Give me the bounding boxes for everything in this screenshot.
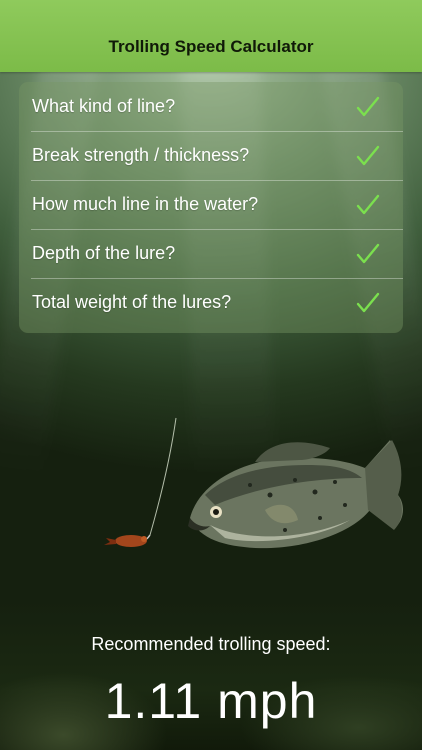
- menu-item-label: Total weight of the lures?: [32, 292, 232, 312]
- menu-item-label: How much line in the water?: [32, 194, 259, 214]
- trolling-speed-value: 1.11 mph: [104, 673, 318, 729]
- page-title: Trolling Speed Calculator: [108, 37, 314, 56]
- menu-item-lure-depth[interactable]: Depth of the lure?: [19, 229, 403, 278]
- menu-item-lure-weight[interactable]: Total weight of the lures?: [19, 278, 403, 327]
- question-list: What kind of line? Break strength / thic…: [19, 82, 403, 333]
- menu-item-label: What kind of line?: [32, 96, 176, 116]
- checkmark-icon: [356, 194, 380, 214]
- checkmark-icon: [356, 96, 380, 116]
- checkmark-icon: [356, 243, 380, 263]
- fish-illustration: [104, 417, 404, 549]
- lure-icon: [104, 534, 151, 547]
- app-screen: Trolling Speed Calculator What kind of l…: [0, 0, 422, 750]
- crappie-fish-icon: [188, 440, 404, 549]
- menu-item-label: Break strength / thickness?: [32, 145, 250, 165]
- menu-item-break-strength[interactable]: Break strength / thickness?: [19, 131, 403, 180]
- result-label: Recommended trolling speed:: [91, 634, 331, 654]
- checkmark-icon: [356, 145, 380, 165]
- menu-item-line-length[interactable]: How much line in the water?: [19, 180, 403, 229]
- fishing-line: [149, 417, 177, 536]
- navigation-bar: Trolling Speed Calculator: [0, 0, 422, 72]
- menu-item-label: Depth of the lure?: [32, 243, 176, 263]
- checkmark-icon: [356, 292, 380, 312]
- menu-item-line-type[interactable]: What kind of line?: [19, 82, 403, 131]
